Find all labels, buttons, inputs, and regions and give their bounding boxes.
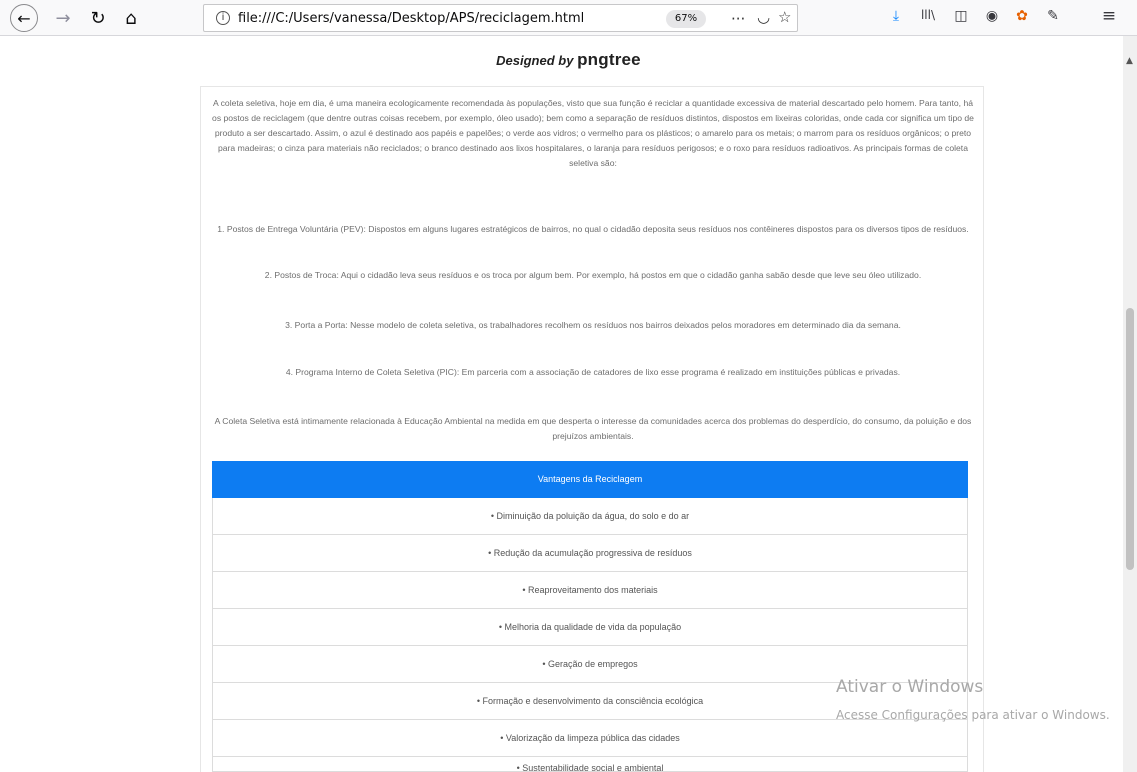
reload-icon: ↻ — [90, 7, 106, 29]
collection-item-door-to-door: 3. Porta a Porta: Nesse modelo de coleta… — [285, 320, 901, 330]
scroll-thumb[interactable] — [1126, 308, 1134, 570]
back-button[interactable]: ← — [10, 4, 38, 32]
collection-item-pev: 1. Postos de Entrega Voluntária (PEV): D… — [217, 224, 969, 234]
forward-button[interactable]: → — [49, 4, 77, 32]
menu-icon[interactable]: ≡ — [1099, 6, 1119, 26]
site-info-icon[interactable]: i — [216, 11, 230, 25]
home-icon: ⌂ — [125, 7, 137, 29]
windows-activation-subtitle: Acesse Configurações para ativar o Windo… — [836, 708, 1110, 722]
designed-by-label: Designed by — [496, 53, 574, 68]
color-extension-icon[interactable]: ✿ — [1012, 8, 1032, 24]
collection-item-trade: 2. Postos de Troca: Aqui o cidadão leva … — [264, 270, 922, 280]
scroll-up-icon[interactable]: ▲ — [1126, 56, 1133, 66]
intro-paragraph: A coleta seletiva, hoje em dia, é uma ma… — [212, 98, 974, 168]
page-actions-icon[interactable]: ··· — [731, 10, 745, 28]
browser-toolbar: ← → ↻ ⌂ i file:///C:/Users/vanessa/Deskt… — [0, 0, 1137, 36]
account-icon[interactable]: ◉ — [982, 8, 1002, 24]
library-icon[interactable]: lll\ — [918, 8, 938, 22]
advantage-item: • Melhoria da qualidade de vida da popul… — [212, 609, 968, 646]
back-arrow-icon: ← — [10, 4, 38, 32]
download-icon[interactable]: ⤓ — [886, 8, 906, 24]
zoom-level-badge[interactable]: 67% — [666, 10, 706, 28]
pngtree-logo: pngtree — [577, 50, 641, 69]
pocket-icon[interactable]: ◡ — [757, 8, 770, 26]
designed-by-banner: Designed by pngtree — [0, 50, 1137, 70]
forward-arrow-icon: → — [55, 7, 71, 29]
collection-item-pic: 4. Programa Interno de Coleta Seletiva (… — [285, 367, 901, 377]
pen-extension-icon[interactable]: ✎ — [1043, 8, 1063, 24]
closing-paragraph: A Coleta Seletiva está intimamente relac… — [214, 416, 972, 441]
reload-button[interactable]: ↻ — [84, 4, 112, 32]
home-button[interactable]: ⌂ — [117, 4, 145, 32]
advantage-item: • Redução da acumulação progressiva de r… — [212, 535, 968, 572]
sidebar-icon[interactable]: ◫ — [951, 8, 971, 24]
advantage-item: • Sustentabilidade social e ambiental — [212, 757, 968, 772]
url-bar[interactable]: i file:///C:/Users/vanessa/Desktop/APS/r… — [203, 4, 798, 32]
advantage-item: • Reaproveitamento dos materiais — [212, 572, 968, 609]
advantage-item: • Valorização da limpeza pública das cid… — [212, 720, 968, 757]
windows-activation-title: Ativar o Windows — [836, 677, 984, 697]
advantage-item: • Diminuição da poluição da água, do sol… — [212, 498, 968, 535]
bookmark-star-icon[interactable]: ☆ — [778, 8, 791, 26]
url-text[interactable]: file:///C:/Users/vanessa/Desktop/APS/rec… — [238, 11, 584, 26]
advantages-header: Vantagens da Reciclagem — [212, 461, 968, 498]
page-scrollbar[interactable]: ▲ — [1123, 36, 1137, 772]
